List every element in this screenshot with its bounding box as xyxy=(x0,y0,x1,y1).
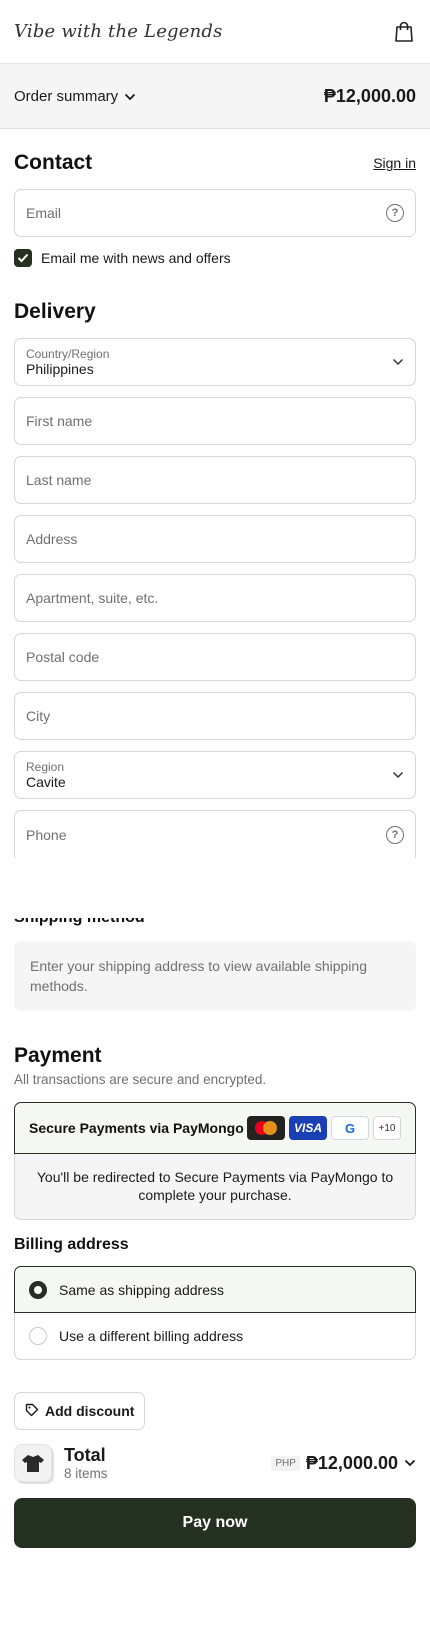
shopping-bag-icon[interactable] xyxy=(392,20,416,44)
currency-badge: PHP xyxy=(271,1455,300,1471)
country-value: Philippines xyxy=(26,361,94,377)
last-name-placeholder: Last name xyxy=(26,472,92,488)
region-value: Cavite xyxy=(26,774,66,790)
email-field[interactable]: Email ? xyxy=(14,189,416,237)
country-label: Country/Region xyxy=(26,347,110,361)
contact-section: Contact Sign in Email ? Email me with ne… xyxy=(0,151,430,267)
chevron-down-icon xyxy=(124,88,136,105)
order-summary-total: ₱12,000.00 xyxy=(323,85,416,106)
chevron-down-icon xyxy=(392,766,404,784)
delivery-title: Delivery xyxy=(14,300,96,323)
order-summary-toggle[interactable]: Order summary ₱12,000.00 xyxy=(0,64,430,129)
add-discount-label: Add discount xyxy=(45,1403,135,1419)
phone-field[interactable]: Phone ? xyxy=(14,810,416,858)
checkout-footer: Add discount Total 8 items PHP ₱12,000.0… xyxy=(0,1392,430,1548)
billing-different-label: Use a different billing address xyxy=(59,1328,244,1344)
checkout-header: Vibe with the Legends xyxy=(0,0,430,64)
address-placeholder: Address xyxy=(26,531,78,547)
card-logos: VISA G +10 xyxy=(247,1116,401,1140)
shipping-note: Enter your shipping address to view avai… xyxy=(14,941,416,1011)
help-icon[interactable]: ? xyxy=(386,825,404,844)
billing-same-option[interactable]: Same as shipping address xyxy=(14,1266,416,1313)
postal-code-placeholder: Postal code xyxy=(26,649,100,665)
city-placeholder: City xyxy=(26,708,51,724)
newsletter-label: Email me with news and offers xyxy=(41,250,231,266)
product-thumbnail xyxy=(14,1444,52,1482)
gcash-icon: G xyxy=(331,1116,369,1140)
billing-section: Billing address Same as shipping address… xyxy=(0,1236,430,1360)
total-items-count: 8 items xyxy=(64,1466,108,1481)
region-label: Region xyxy=(26,760,65,774)
chevron-down-icon xyxy=(404,1454,416,1472)
pay-now-button[interactable]: Pay now xyxy=(14,1498,416,1548)
total-row[interactable]: Total 8 items PHP ₱12,000.00 xyxy=(14,1444,416,1482)
postal-code-field[interactable]: Postal code xyxy=(14,633,416,681)
region-select[interactable]: Region Cavite xyxy=(14,751,416,799)
delivery-section: Delivery Country/Region Philippines Firs… xyxy=(0,300,430,858)
order-summary-label: Order summary xyxy=(14,87,119,105)
shipping-title: Shipping method xyxy=(14,918,145,927)
first-name-field[interactable]: First name xyxy=(14,397,416,445)
paymongo-option[interactable]: Secure Payments via PayMongo VISA G +10 xyxy=(14,1102,416,1154)
last-name-field[interactable]: Last name xyxy=(14,456,416,504)
newsletter-checkbox-row[interactable]: Email me with news and offers xyxy=(14,249,416,267)
tag-icon xyxy=(25,1403,39,1420)
store-logo[interactable]: Vibe with the Legends xyxy=(14,21,223,42)
radio-unselected-icon[interactable] xyxy=(29,1327,47,1345)
phone-placeholder: Phone xyxy=(26,826,67,843)
address-field[interactable]: Address xyxy=(14,515,416,563)
payment-section: Payment All transactions are secure and … xyxy=(0,1044,430,1220)
checkbox-checked-icon[interactable] xyxy=(14,249,32,267)
billing-same-label: Same as shipping address xyxy=(59,1281,224,1298)
chevron-down-icon xyxy=(392,353,404,371)
mastercard-icon xyxy=(247,1116,285,1140)
city-field[interactable]: City xyxy=(14,692,416,740)
payment-subtitle: All transactions are secure and encrypte… xyxy=(14,1072,267,1087)
email-placeholder: Email xyxy=(26,205,62,221)
help-icon[interactable]: ? xyxy=(386,204,404,222)
billing-different-option[interactable]: Use a different billing address xyxy=(14,1313,416,1360)
sign-in-link[interactable]: Sign in xyxy=(373,155,416,171)
shipping-section: Shipping method Enter your shipping addr… xyxy=(0,918,430,1011)
first-name-placeholder: First name xyxy=(26,413,93,429)
redirect-note: You'll be redirected to Secure Payments … xyxy=(14,1154,416,1220)
total-amount: ₱12,000.00 xyxy=(305,1452,398,1473)
billing-options: Same as shipping address Use a different… xyxy=(14,1266,416,1360)
apartment-field[interactable]: Apartment, suite, etc. xyxy=(14,574,416,622)
payment-method-label: Secure Payments via PayMongo xyxy=(29,1120,244,1136)
contact-title: Contact xyxy=(14,151,93,174)
add-discount-button[interactable]: Add discount xyxy=(14,1392,146,1430)
apartment-placeholder: Apartment, suite, etc. xyxy=(26,590,159,606)
more-cards-badge: +10 xyxy=(373,1116,401,1140)
payment-title: Payment xyxy=(14,1044,102,1067)
billing-title: Billing address xyxy=(14,1236,129,1253)
visa-icon: VISA xyxy=(289,1116,327,1140)
total-label: Total xyxy=(64,1445,106,1465)
country-select[interactable]: Country/Region Philippines xyxy=(14,338,416,386)
radio-selected-icon[interactable] xyxy=(29,1280,47,1299)
